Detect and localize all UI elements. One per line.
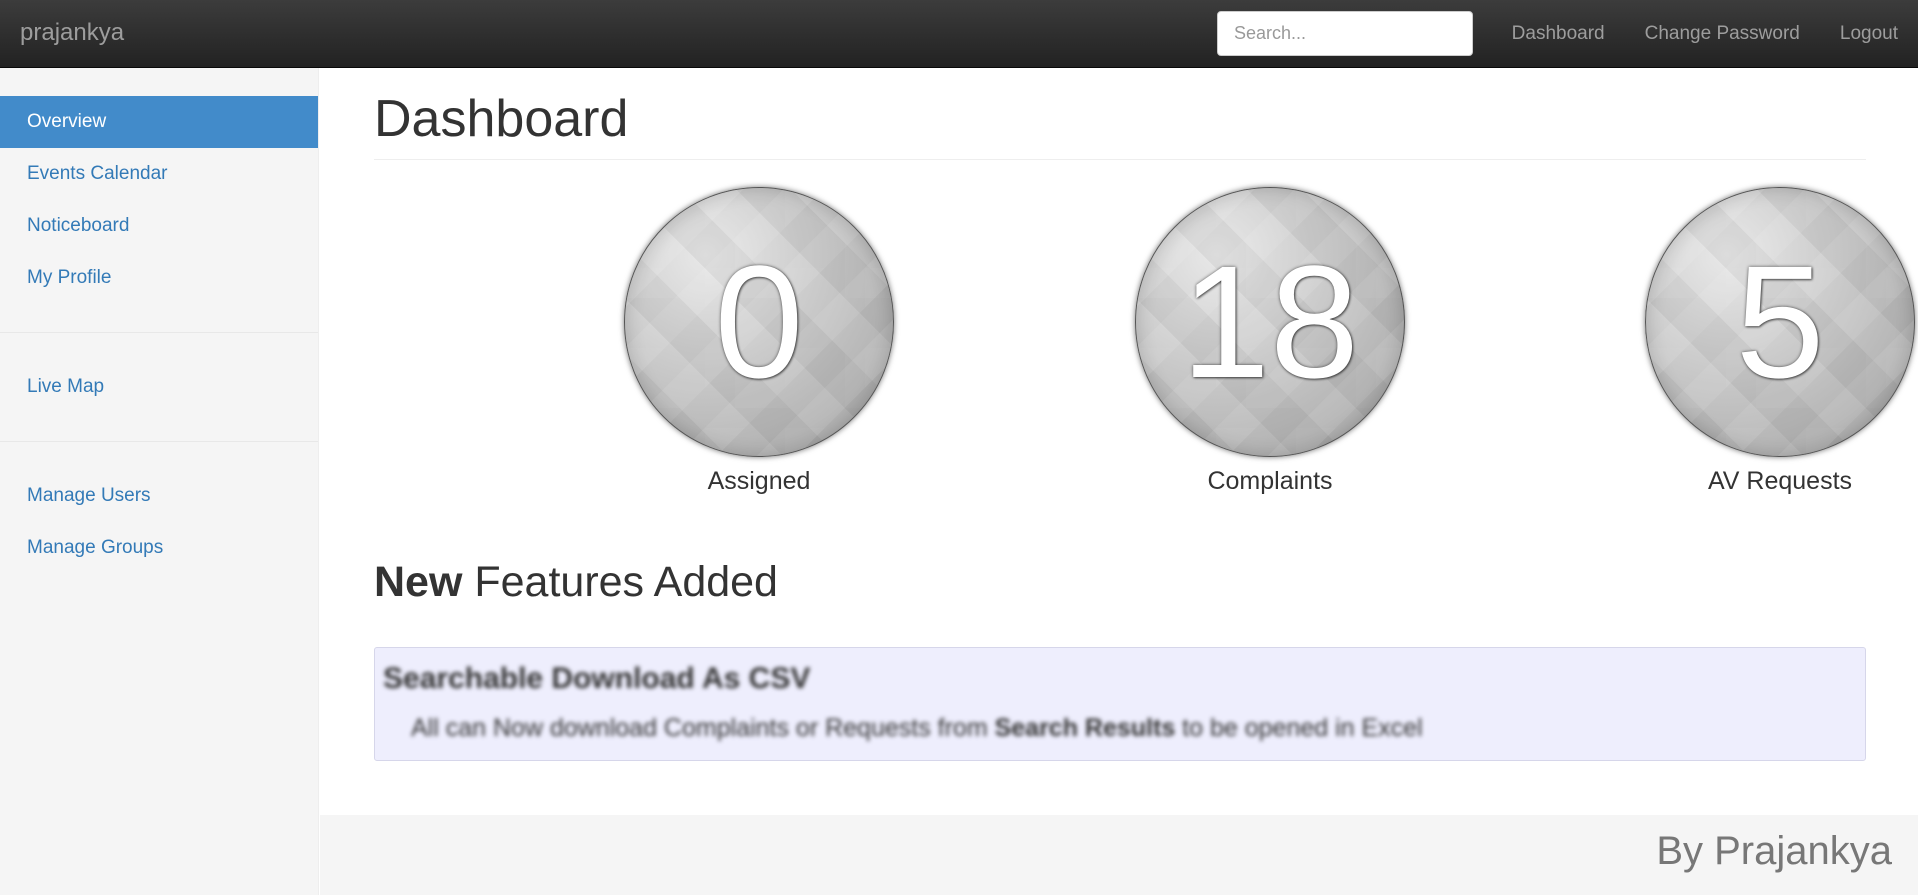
feature-card: Searchable Download As CSV All can Now d… xyxy=(374,647,1866,761)
nav-link-dashboard[interactable]: Dashboard xyxy=(1492,0,1625,68)
sidebar-item-my-profile[interactable]: My Profile xyxy=(0,252,318,304)
features-heading-bold: New xyxy=(374,558,463,606)
sidebar-group-map: Live Map xyxy=(0,361,318,413)
stat-value: 5 xyxy=(1735,232,1825,411)
sidebar-divider xyxy=(0,441,318,442)
stat-circle: 18 xyxy=(1135,187,1405,457)
sidebar-group-main: Overview Events Calendar Noticeboard My … xyxy=(0,96,318,304)
top-navbar: prajankya Dashboard Change Password Logo… xyxy=(0,0,1918,68)
nav-link-change-password[interactable]: Change Password xyxy=(1625,0,1820,68)
sidebar-item-live-map[interactable]: Live Map xyxy=(0,361,318,413)
feature-desc-bold: Search Results xyxy=(994,714,1176,742)
sidebar-item-manage-groups[interactable]: Manage Groups xyxy=(0,522,318,574)
stat-value: 0 xyxy=(714,232,804,411)
title-divider xyxy=(374,159,1866,160)
feature-desc-part: to be opened in Excel xyxy=(1175,714,1423,742)
stat-label: Complaints xyxy=(1207,467,1333,495)
footer: By Prajankya xyxy=(320,815,1918,895)
sidebar-item-manage-users[interactable]: Manage Users xyxy=(0,470,318,522)
sidebar-item-overview[interactable]: Overview xyxy=(0,96,318,148)
nav-link-logout[interactable]: Logout xyxy=(1820,0,1918,68)
features-heading: New Features Added xyxy=(374,558,778,607)
sidebar-item-noticeboard[interactable]: Noticeboard xyxy=(0,200,318,252)
stat-value: 18 xyxy=(1181,232,1359,411)
stat-label: Assigned xyxy=(707,467,811,495)
stat-av-requests[interactable]: 5 AV Requests xyxy=(1630,187,1918,496)
brand-link[interactable]: prajankya xyxy=(20,19,124,47)
sidebar: Overview Events Calendar Noticeboard My … xyxy=(0,68,319,895)
main-content: Dashboard 0 Assigned 18 Complaints 5 AV … xyxy=(320,68,1918,815)
footer-credit: By Prajankya xyxy=(1656,829,1892,873)
feature-desc-part: All can Now download Complaints or Reque… xyxy=(411,714,995,742)
stat-circle: 5 xyxy=(1645,187,1915,457)
features-heading-rest: Features Added xyxy=(462,558,778,606)
stat-label: AV Requests xyxy=(1707,467,1853,495)
stat-circle: 0 xyxy=(624,187,894,457)
sidebar-divider xyxy=(0,332,318,333)
sidebar-group-admin: Manage Users Manage Groups xyxy=(0,470,318,574)
feature-description: All can Now download Complaints or Reque… xyxy=(411,714,1423,743)
search-input[interactable] xyxy=(1217,11,1473,56)
stat-assigned[interactable]: 0 Assigned xyxy=(609,187,909,496)
sidebar-item-events-calendar[interactable]: Events Calendar xyxy=(0,148,318,200)
feature-title: Searchable Download As CSV xyxy=(383,662,811,695)
nav-links: Dashboard Change Password Logout xyxy=(1492,0,1918,68)
page-title: Dashboard xyxy=(374,90,629,148)
stat-complaints[interactable]: 18 Complaints xyxy=(1120,187,1420,496)
